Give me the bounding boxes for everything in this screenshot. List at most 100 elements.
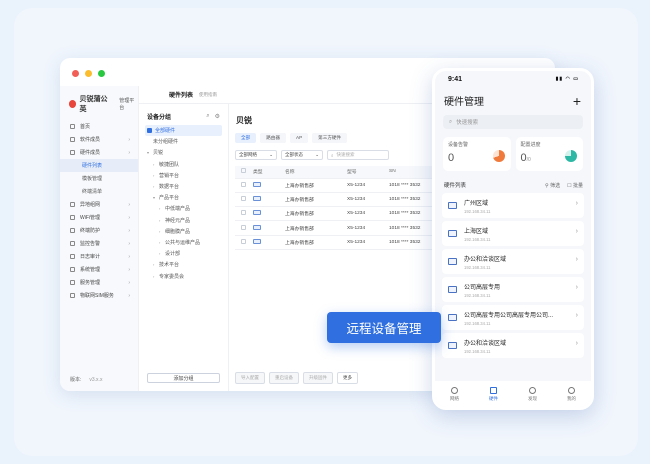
search-input[interactable]: ⌕ 快速搜索 xyxy=(327,150,389,160)
device-model: X5-1234 xyxy=(347,235,389,250)
router-icon xyxy=(448,230,457,237)
menu-icon xyxy=(70,241,75,246)
tree-title: 设备分组 xyxy=(147,115,172,121)
filter-icon: ⚲ xyxy=(545,182,549,189)
network-filter[interactable]: 全部网络 ⌄ xyxy=(235,150,277,160)
tree-node-label: 敏捷团队 xyxy=(159,161,180,168)
status-filter[interactable]: 全部状态 ⌄ xyxy=(281,150,323,160)
item-name: 办公和洽谈区域 xyxy=(464,340,507,347)
chevron-right-icon: › xyxy=(128,149,130,156)
item-name: 公司高层专用 xyxy=(464,284,501,291)
alarm-stat[interactable]: 设备告警 0 xyxy=(443,137,511,171)
router-icon xyxy=(448,286,457,293)
tree-node[interactable]: 未分组硬件 xyxy=(139,136,228,147)
col-name: 名称 xyxy=(285,166,347,179)
sidebar-item-label: 硬件成员 xyxy=(80,150,101,156)
sidebar-item[interactable]: 服务管理 › xyxy=(60,276,138,289)
maximize-dot[interactable] xyxy=(98,70,105,77)
phone-mockup: 9:41 ▮▮ ◠ ▭ 硬件管理 + ⌕ 快速搜索 设备告警 0 配置进度 0/… xyxy=(432,68,594,410)
sidebar-item[interactable]: 物联网SIM服务 › xyxy=(60,289,138,302)
sidebar-item[interactable]: 模板管理 xyxy=(60,172,138,185)
list-item[interactable]: 上海区域 192.168.34.11 › xyxy=(442,221,584,246)
guide-link[interactable]: 使用指南 xyxy=(199,92,217,98)
tabbar-item[interactable]: 我的 xyxy=(567,386,576,402)
search-icon: ⌕ xyxy=(331,152,334,158)
sidebar-item[interactable]: 硬件列表 xyxy=(60,159,138,172)
phone-search-input[interactable]: ⌕ 快速搜索 xyxy=(443,115,583,129)
tabbar-item[interactable]: 发现 xyxy=(528,386,537,402)
sidebar-item[interactable]: 终端清单 xyxy=(60,185,138,198)
sidebar-item[interactable]: 日志审计 › xyxy=(60,250,138,263)
tab[interactable]: 全部 xyxy=(235,133,257,143)
tree-node[interactable]: 全部硬件 xyxy=(145,125,222,137)
bulk-action-button[interactable]: 重启设备 xyxy=(269,372,299,384)
chevron-right-icon: › xyxy=(575,284,578,291)
close-dot[interactable] xyxy=(72,70,79,77)
batch-button[interactable]: ☐ 批量 xyxy=(567,182,583,189)
tree-node[interactable]: › 神经元产品 xyxy=(139,215,228,226)
tree-node[interactable]: ▾ 产品平台 xyxy=(139,192,228,203)
sidebar-item[interactable]: 监控告警 › xyxy=(60,237,138,250)
chevron-right-icon: › xyxy=(128,214,130,221)
item-ip: 192.168.34.11 xyxy=(464,320,491,326)
settings-icon[interactable]: ⚙ xyxy=(215,113,220,120)
sidebar-item[interactable]: 系统管理 › xyxy=(60,263,138,276)
sidebar-item-label: 服务管理 xyxy=(80,280,101,286)
tabbar-item[interactable]: 网络 xyxy=(450,386,459,402)
sidebar-item[interactable]: 终端防护 › xyxy=(60,224,138,237)
sidebar-item[interactable]: WiFi管理 › xyxy=(60,211,138,224)
tree-node[interactable]: ▾ 贝锐 xyxy=(139,147,228,158)
row-checkbox[interactable] xyxy=(241,210,246,216)
row-checkbox[interactable] xyxy=(241,238,246,244)
tree-node[interactable]: › 公共与运维产品 xyxy=(139,237,228,248)
list-item[interactable]: 公司高层专用 192.168.34.11 › xyxy=(442,277,584,302)
select-all-checkbox[interactable] xyxy=(241,168,246,174)
router-icon xyxy=(253,224,261,230)
list-item[interactable]: 公司高层专用公司高层专用公司... 192.168.34.11 › xyxy=(442,305,584,330)
tree-node[interactable]: › 专家委员会 xyxy=(139,270,228,281)
list-item[interactable]: 办公和洽谈区域 192.168.34.11 › xyxy=(442,333,584,358)
minimize-dot[interactable] xyxy=(85,70,92,77)
page-title: 硬件列表 xyxy=(169,93,194,99)
row-checkbox[interactable] xyxy=(241,195,246,201)
list-item[interactable]: 广州区域 192.168.34.11 › xyxy=(442,193,584,218)
chevron-right-icon: › xyxy=(575,228,578,235)
tree-node-label: 数据平台 xyxy=(159,184,180,191)
status-bar: 9:41 ▮▮ ◠ ▭ xyxy=(435,71,591,83)
tab[interactable]: 路由器 xyxy=(260,133,286,143)
row-checkbox[interactable] xyxy=(241,181,246,187)
device-name: 上海办销售部 xyxy=(285,235,347,250)
chevron-right-icon: › xyxy=(575,312,578,319)
tabbar-label: 硬件 xyxy=(489,395,498,401)
tree-node-label: 细胞膜产品 xyxy=(165,228,191,235)
router-icon xyxy=(448,342,457,349)
list-item[interactable]: 办公和洽谈区域 192.168.34.11 › xyxy=(442,249,584,274)
add-icon[interactable]: + xyxy=(573,94,581,108)
tab[interactable]: 第三方硬件 xyxy=(312,133,348,143)
tabbar-item[interactable]: 硬件 xyxy=(489,386,498,402)
sidebar-item[interactable]: 软件成员 › xyxy=(60,133,138,146)
tree-node[interactable]: › 营销平台 xyxy=(139,170,228,181)
sidebar-item[interactable]: 首页 xyxy=(60,120,138,133)
add-group-button[interactable]: 添加分组 xyxy=(147,373,220,383)
tree-node[interactable]: › 中低端产品 xyxy=(139,203,228,214)
menu-icon xyxy=(70,202,75,207)
bulk-action-button[interactable]: 升级固件 xyxy=(303,372,333,384)
bulk-action-button[interactable]: 更多 xyxy=(337,372,358,384)
search-icon[interactable]: ⌕ xyxy=(206,113,209,120)
sidebar-item[interactable]: 硬件成员 › xyxy=(60,146,138,159)
bulk-action-button[interactable]: 导入配置 xyxy=(235,372,265,384)
tree-node[interactable]: › 数据平台 xyxy=(139,181,228,192)
tree-node[interactable]: › 技术平台 xyxy=(139,259,228,270)
tree-node[interactable]: › 敏捷团队 xyxy=(139,159,228,170)
sidebar-item[interactable]: 异地组网 › xyxy=(60,198,138,211)
filter-button[interactable]: ⚲ 筛选 xyxy=(545,182,560,189)
row-checkbox[interactable] xyxy=(241,224,246,230)
tree-node[interactable]: › 细胞膜产品 xyxy=(139,226,228,237)
tab[interactable]: AP xyxy=(290,133,309,143)
router-icon xyxy=(253,210,261,216)
config-stat[interactable]: 配置进度 0/0 xyxy=(515,137,583,171)
sidebar: 贝锐蒲公英 管理平台 首页 软件成员 › 硬件成员 › 硬件列表 模板管理 终端清单 异地组网 ›… xyxy=(60,86,139,391)
tree-node[interactable]: › 设计部 xyxy=(139,248,228,259)
col-type: 类型 xyxy=(253,166,285,179)
